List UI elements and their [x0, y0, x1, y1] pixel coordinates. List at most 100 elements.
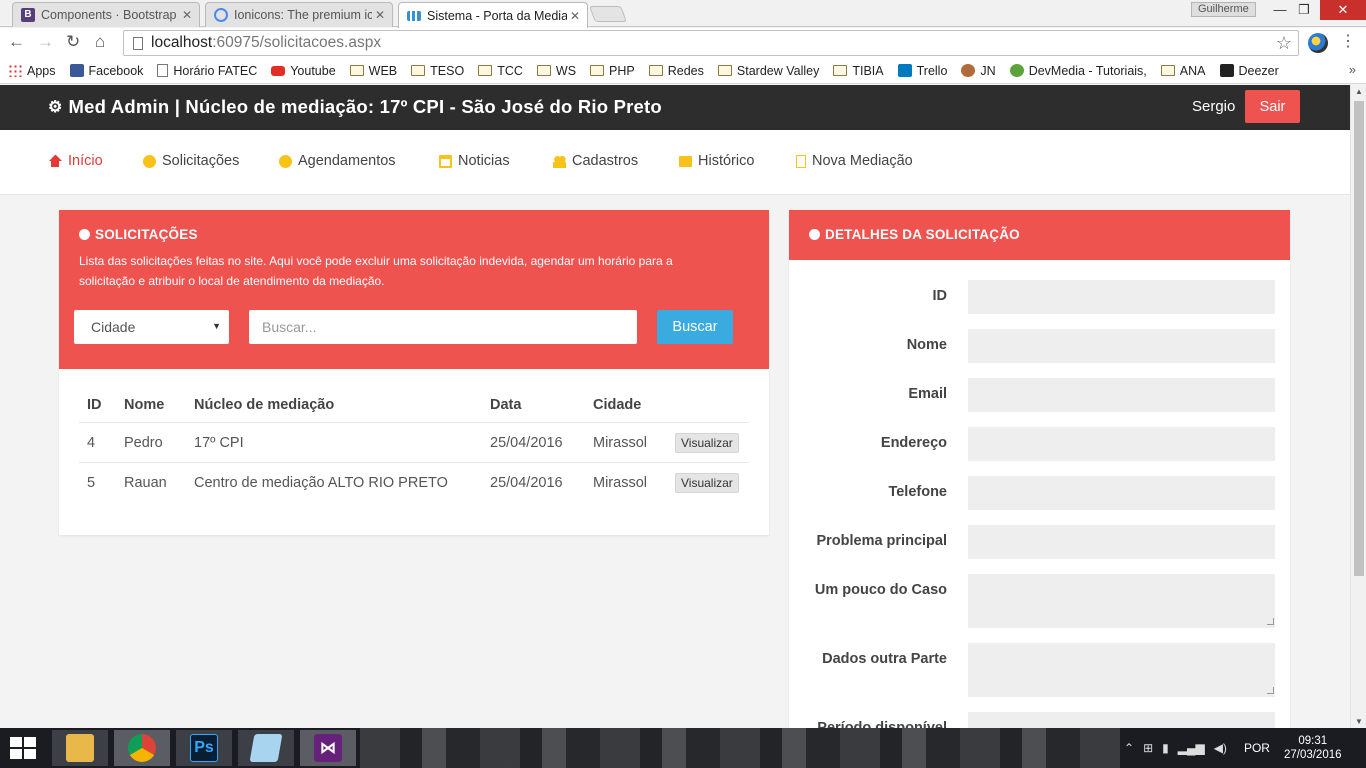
- clock[interactable]: 09:31 27/03/2016: [1284, 734, 1342, 762]
- detail-label: Endereço: [880, 435, 947, 451]
- nav-item-solicitacoes[interactable]: Solicitações: [143, 153, 239, 169]
- bookmark-item[interactable]: Horário FATEC: [157, 64, 257, 78]
- col-id: ID: [79, 388, 116, 423]
- trello-icon: [897, 64, 912, 77]
- details-title-text: DETALHES DA SOLICITAÇÃO: [825, 227, 1020, 242]
- taskbar-explorer[interactable]: [52, 730, 108, 766]
- clock-date: 27/03/2016: [1283, 749, 1342, 761]
- nav-item-historico[interactable]: Histórico: [679, 153, 754, 169]
- scroll-down-icon[interactable]: ▼: [1351, 717, 1366, 726]
- cell-name: Rauan: [124, 475, 167, 491]
- detail-outra-parte-textarea[interactable]: [968, 643, 1275, 697]
- cell-center: Centro de mediação ALTO RIO PRETO: [194, 475, 448, 491]
- detail-telefone-field[interactable]: [968, 476, 1275, 510]
- page-scrollbar[interactable]: ▲ ▼: [1350, 85, 1366, 728]
- city-select[interactable]: Cidade ▼: [74, 310, 229, 344]
- app-header: ⚙ Med Admin | Núcleo de mediação: 17º CP…: [0, 85, 1350, 130]
- logout-button[interactable]: Sair: [1245, 90, 1300, 123]
- bookmark-item[interactable]: WS: [536, 64, 576, 78]
- visual-studio-icon: ⋈: [314, 734, 342, 762]
- address-bar[interactable]: localhost:60975/solicitacoes.aspx ☆: [123, 30, 1299, 56]
- bookmark-item[interactable]: PHP: [590, 64, 635, 78]
- apps-icon: [8, 64, 22, 77]
- scrollbar-thumb[interactable]: [1354, 101, 1364, 576]
- view-button[interactable]: Visualizar: [675, 433, 739, 453]
- reload-icon[interactable]: ↻: [66, 32, 80, 52]
- bookmark-item[interactable]: Trello: [897, 64, 947, 78]
- bookmark-item[interactable]: Redes: [648, 64, 704, 78]
- bookmark-item[interactable]: Youtube: [271, 64, 336, 78]
- windows-start-icon[interactable]: [10, 737, 38, 759]
- nav-item-inicio[interactable]: Início: [49, 153, 103, 169]
- browser-tab-bootstrap[interactable]: B Components · Bootstrap ✕: [12, 2, 200, 27]
- resize-grip-icon[interactable]: [1267, 687, 1274, 694]
- bookmark-item[interactable]: TIBIA: [833, 64, 884, 78]
- chrome-menu-icon[interactable]: ⋮: [1340, 34, 1356, 50]
- new-tab-button[interactable]: [589, 6, 627, 22]
- taskbar-photoshop[interactable]: Ps: [176, 730, 232, 766]
- tab-close-icon[interactable]: ✕: [372, 8, 388, 22]
- volume-icon[interactable]: ◀): [1214, 741, 1227, 755]
- bookmark-item[interactable]: DevMedia - Tutoriais,: [1009, 64, 1147, 78]
- view-button[interactable]: Visualizar: [675, 473, 739, 493]
- search-input[interactable]: [249, 310, 637, 344]
- restore-icon[interactable]: ❐: [1289, 0, 1319, 20]
- taskbar-chrome[interactable]: [114, 730, 170, 766]
- browser-tab-ionicons[interactable]: Ionicons: The premium ico ✕: [205, 2, 393, 27]
- extension-icon[interactable]: [1308, 33, 1328, 53]
- bookmark-star-icon[interactable]: ☆: [1276, 33, 1292, 54]
- nav-item-agendamentos[interactable]: Agendamentos: [279, 153, 396, 169]
- windows-taskbar: Ps ⋈ ⌃ ⊞ ▮ ▂▄▆ ◀) POR 09:31 27/03/2016: [0, 728, 1366, 768]
- nav-item-cadastros[interactable]: Cadastros: [553, 153, 638, 169]
- folder-icon: [536, 65, 551, 76]
- nav-label: Solicitações: [162, 153, 240, 169]
- bookmark-item[interactable]: Stardew Valley: [717, 64, 819, 78]
- bookmark-item[interactable]: Apps: [8, 64, 56, 78]
- bookmark-item[interactable]: ANA: [1160, 64, 1206, 78]
- tab-close-icon[interactable]: ✕: [179, 8, 195, 22]
- bootstrap-favicon-icon: B: [21, 8, 35, 22]
- col-cidade: Cidade: [585, 388, 667, 423]
- page-info-icon[interactable]: [133, 36, 143, 50]
- browser-toolbar: ← → ↻ ⌂ localhost:60975/solicitacoes.asp…: [0, 28, 1366, 58]
- browser-tab-sistema[interactable]: Sistema - Porta da Mediaç ✕: [398, 2, 588, 28]
- resize-grip-icon[interactable]: [1267, 618, 1274, 625]
- bookmark-item[interactable]: TESO: [411, 64, 464, 78]
- nav-item-nova-mediacao[interactable]: Nova Mediação: [796, 153, 913, 169]
- tray-expand-icon[interactable]: ⌃: [1124, 741, 1134, 755]
- bookmark-label: PHP: [609, 63, 635, 78]
- taskbar-notepad[interactable]: [238, 730, 294, 766]
- detail-endereco-field[interactable]: [968, 427, 1275, 461]
- cell-date: 25/04/2016: [482, 422, 585, 463]
- detail-id-field[interactable]: [968, 280, 1275, 314]
- windows-flag-icon[interactable]: ⊞: [1143, 741, 1153, 755]
- back-arrow-icon[interactable]: ←: [8, 32, 25, 52]
- taskbar-visual-studio[interactable]: ⋈: [300, 730, 356, 766]
- signal-icon[interactable]: ▂▄▆: [1178, 741, 1205, 755]
- detail-problema-field[interactable]: [968, 525, 1275, 559]
- tab-close-icon[interactable]: ✕: [567, 9, 583, 23]
- bookmark-item[interactable]: Facebook: [69, 64, 143, 78]
- url-text[interactable]: localhost:60975/solicitacoes.aspx: [151, 34, 1276, 52]
- search-button[interactable]: Buscar: [657, 310, 733, 344]
- profile-button[interactable]: Guilherme: [1191, 2, 1256, 17]
- bookmarks-overflow-icon[interactable]: »: [1349, 62, 1356, 77]
- scroll-up-icon[interactable]: ▲: [1351, 87, 1366, 96]
- users-icon: [553, 154, 566, 168]
- bookmark-item[interactable]: JN: [961, 64, 996, 78]
- battery-icon[interactable]: ▮: [1162, 741, 1169, 755]
- ionicons-favicon-icon: [214, 8, 228, 22]
- home-browser-icon[interactable]: ⌂: [95, 32, 105, 52]
- bookmark-item[interactable]: TCC: [478, 64, 523, 78]
- detail-email-field[interactable]: [968, 378, 1275, 412]
- forward-arrow-icon[interactable]: →: [37, 32, 54, 52]
- nav-item-noticias[interactable]: Noticias: [439, 153, 510, 169]
- bookmark-item[interactable]: Deezer: [1219, 64, 1279, 78]
- detail-nome-field[interactable]: [968, 329, 1275, 363]
- detail-caso-textarea[interactable]: [968, 574, 1275, 628]
- language-indicator[interactable]: POR: [1244, 741, 1270, 755]
- detail-periodo-field[interactable]: [968, 712, 1275, 728]
- window-close-icon[interactable]: ✕: [1320, 0, 1366, 20]
- bookmark-item[interactable]: WEB: [349, 64, 397, 78]
- youtube-icon: [271, 65, 286, 76]
